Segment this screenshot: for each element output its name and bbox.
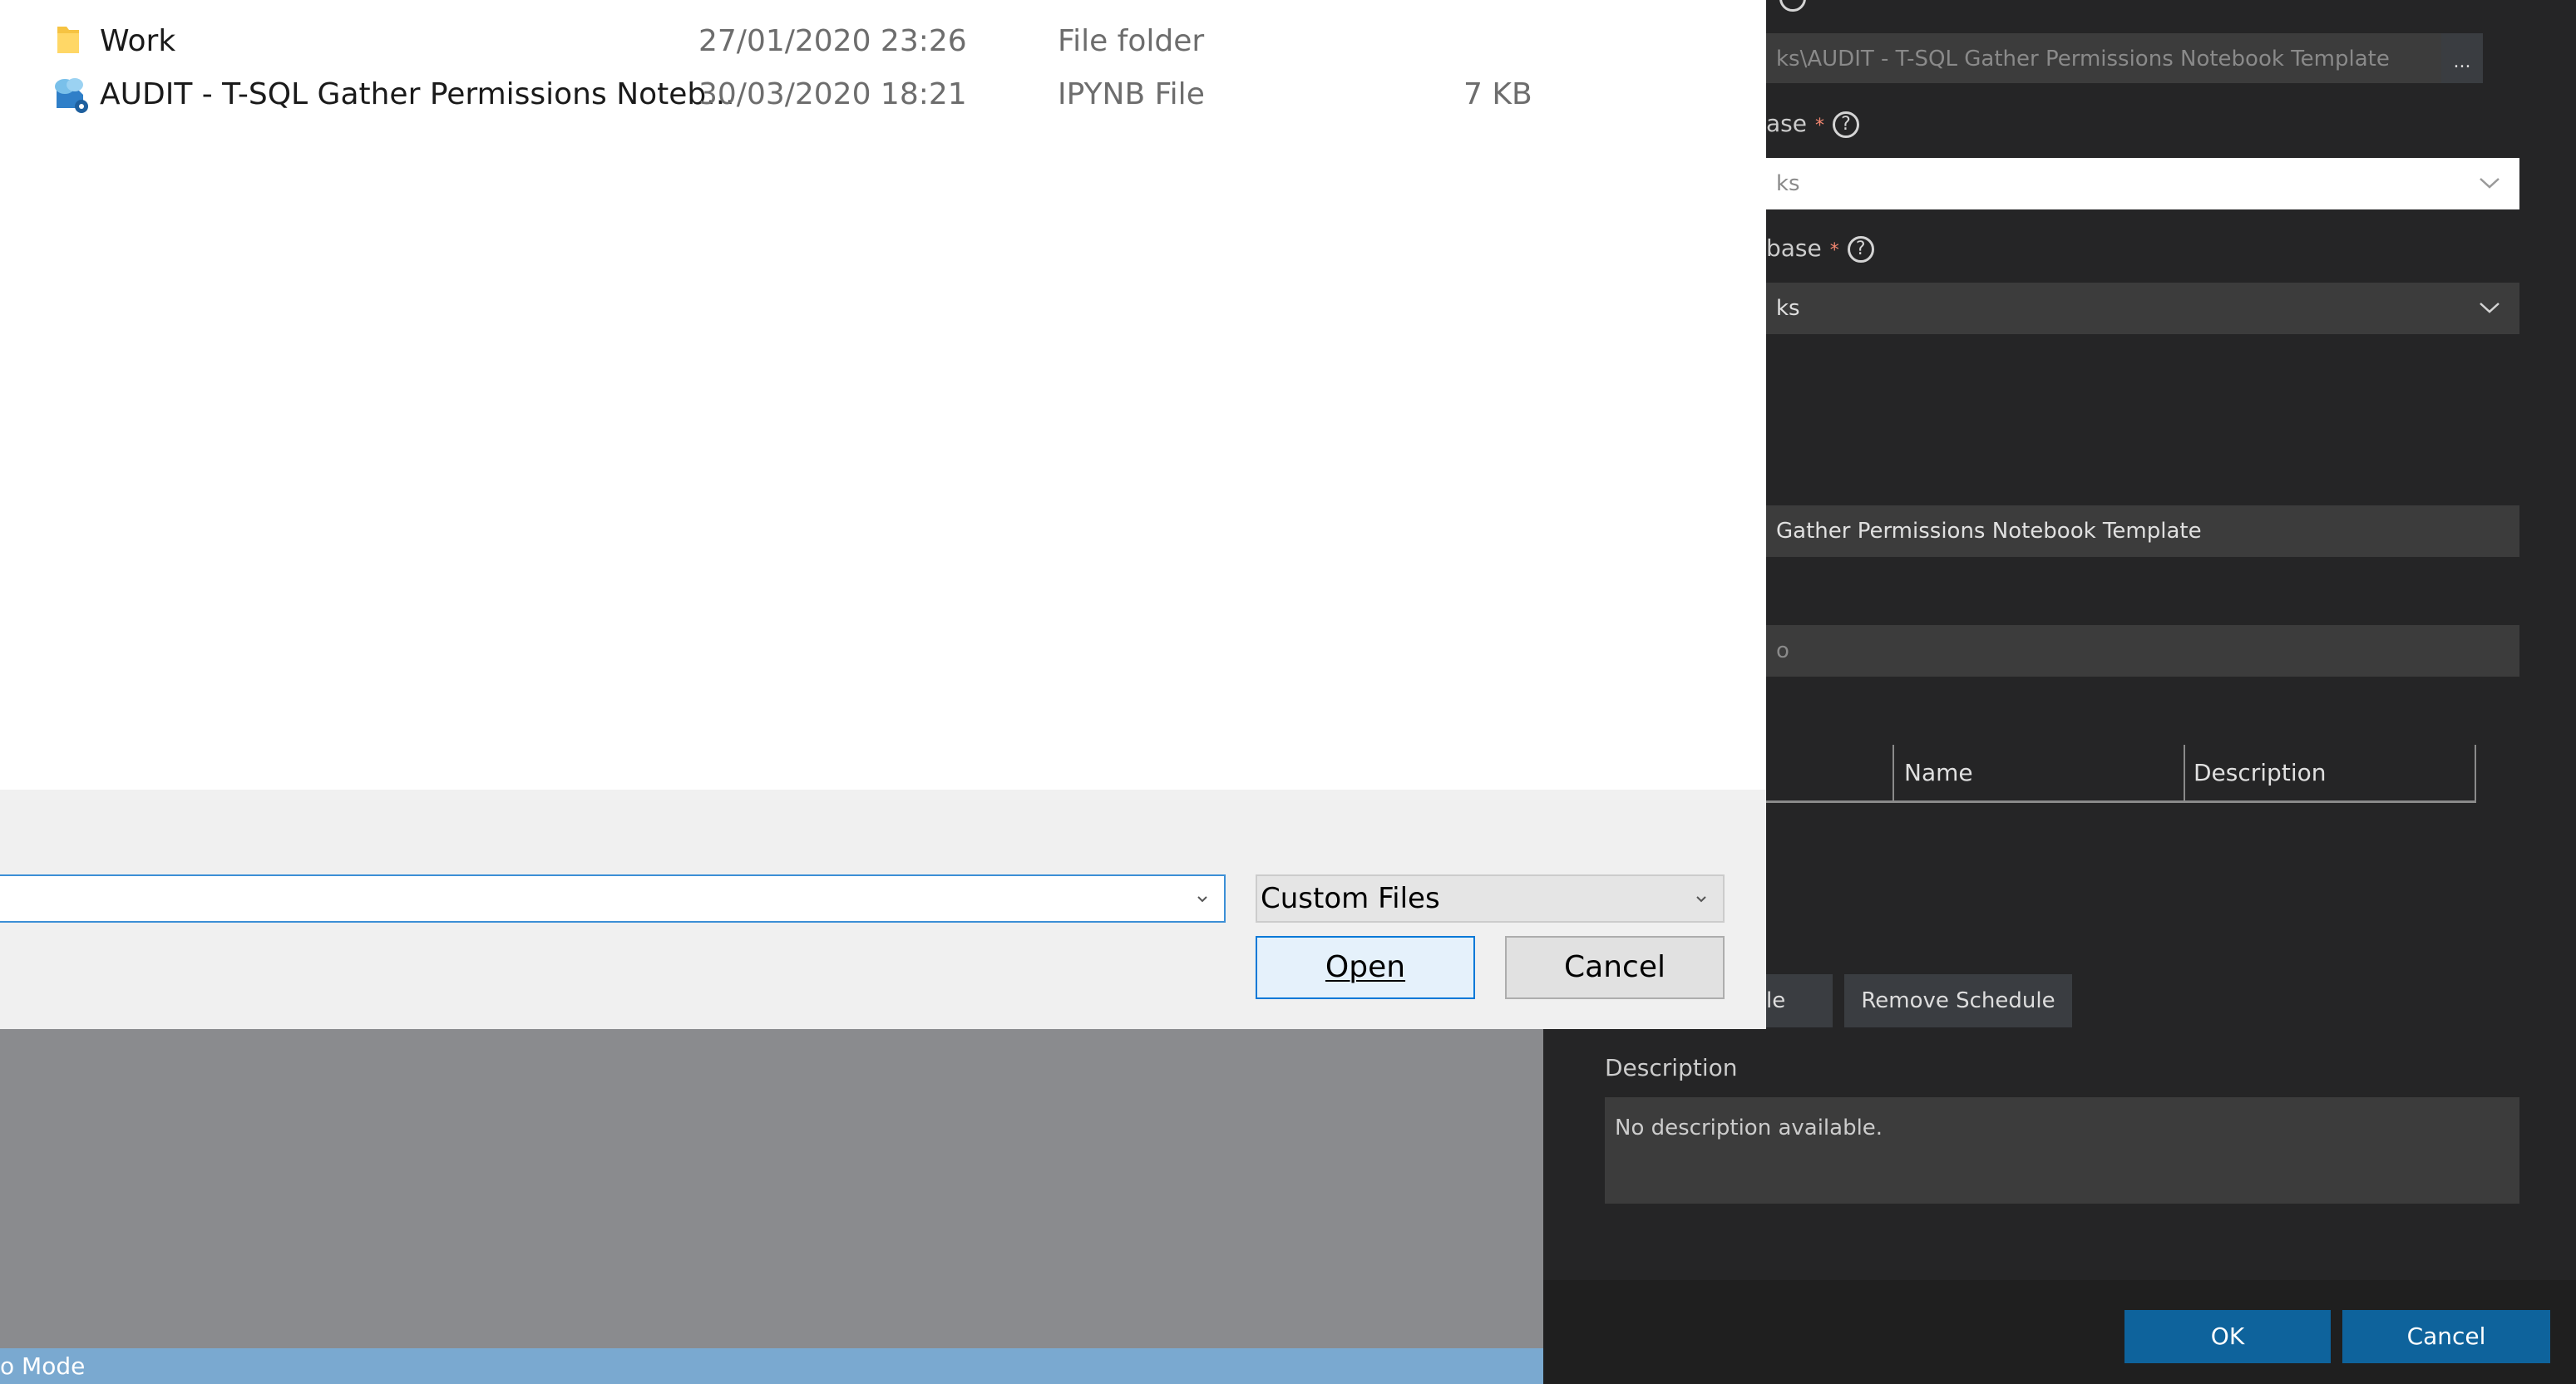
file-type-filter-value: Custom Files (1261, 882, 1440, 915)
notebook-path-field[interactable]: ks\AUDIT - T-SQL Gather Permissions Note… (1766, 33, 2441, 83)
chevron-down-icon (1696, 896, 1706, 903)
file-date: 27/01/2020 23:26 (698, 24, 967, 58)
owner-field[interactable]: o (1766, 625, 2519, 677)
file-row[interactable]: Work 27/01/2020 23:26 File folder (0, 17, 1766, 66)
file-cancel-button[interactable]: Cancel (1505, 936, 1725, 999)
browse-button[interactable]: ... (2441, 33, 2483, 83)
file-type: File folder (1058, 24, 1205, 58)
app-background (0, 1029, 1543, 1351)
job-name-field[interactable]: Gather Permissions Notebook Template (1766, 505, 2519, 557)
chevron-down-icon (2480, 178, 2500, 189)
file-name: AUDIT - T-SQL Gather Permissions Noteb..… (100, 77, 735, 111)
filename-combobox[interactable] (0, 874, 1226, 923)
required-mark: * (1814, 116, 1824, 136)
notebook-file-icon (55, 78, 88, 113)
file-type-filter[interactable]: Custom Files (1256, 874, 1725, 923)
storage-database-label: ase *? (1766, 110, 1859, 138)
execution-database-label: base *? (1766, 234, 1874, 263)
file-type: IPYNB File (1058, 77, 1205, 111)
dialog-cancel-button[interactable]: Cancel (2342, 1310, 2550, 1363)
file-name: Work (100, 24, 176, 58)
description-field[interactable]: No description available. (1605, 1097, 2519, 1204)
chevron-down-icon[interactable] (1196, 894, 1209, 904)
open-button[interactable]: Open (1256, 936, 1475, 999)
folder-icon (57, 27, 79, 53)
schedules-header-name[interactable]: Name (1894, 745, 2185, 800)
file-row[interactable]: AUDIT - T-SQL Gather Permissions Noteb..… (0, 70, 1766, 120)
storage-database-dropdown[interactable]: ks (1766, 158, 2519, 209)
notebook-path-value: ks\AUDIT - T-SQL Gather Permissions Note… (1776, 47, 2390, 71)
schedules-header-select[interactable] (1766, 745, 1894, 800)
schedules-table: Name Description (1766, 745, 2476, 803)
file-date: 30/03/2020 18:21 (698, 77, 967, 111)
chevron-down-icon (2480, 303, 2500, 313)
pick-schedule-button[interactable]: le (1766, 974, 1833, 1027)
schedules-header-description[interactable]: Description (2185, 745, 2476, 800)
required-mark: * (1829, 240, 1839, 261)
description-label: Description (1605, 1054, 1738, 1081)
help-icon[interactable]: ? (1832, 111, 1859, 138)
ok-button[interactable]: OK (2124, 1310, 2331, 1363)
execution-database-dropdown[interactable]: ks (1766, 283, 2519, 334)
remove-schedule-button[interactable]: Remove Schedule (1844, 974, 2072, 1027)
file-dialog-footer: Custom Files Open Cancel (0, 790, 1766, 1029)
file-size: 7 KB (1463, 77, 1532, 111)
status-bar: o Mode (0, 1348, 1543, 1384)
help-icon[interactable]: ? (1847, 236, 1874, 263)
status-text: o Mode (0, 1352, 86, 1380)
